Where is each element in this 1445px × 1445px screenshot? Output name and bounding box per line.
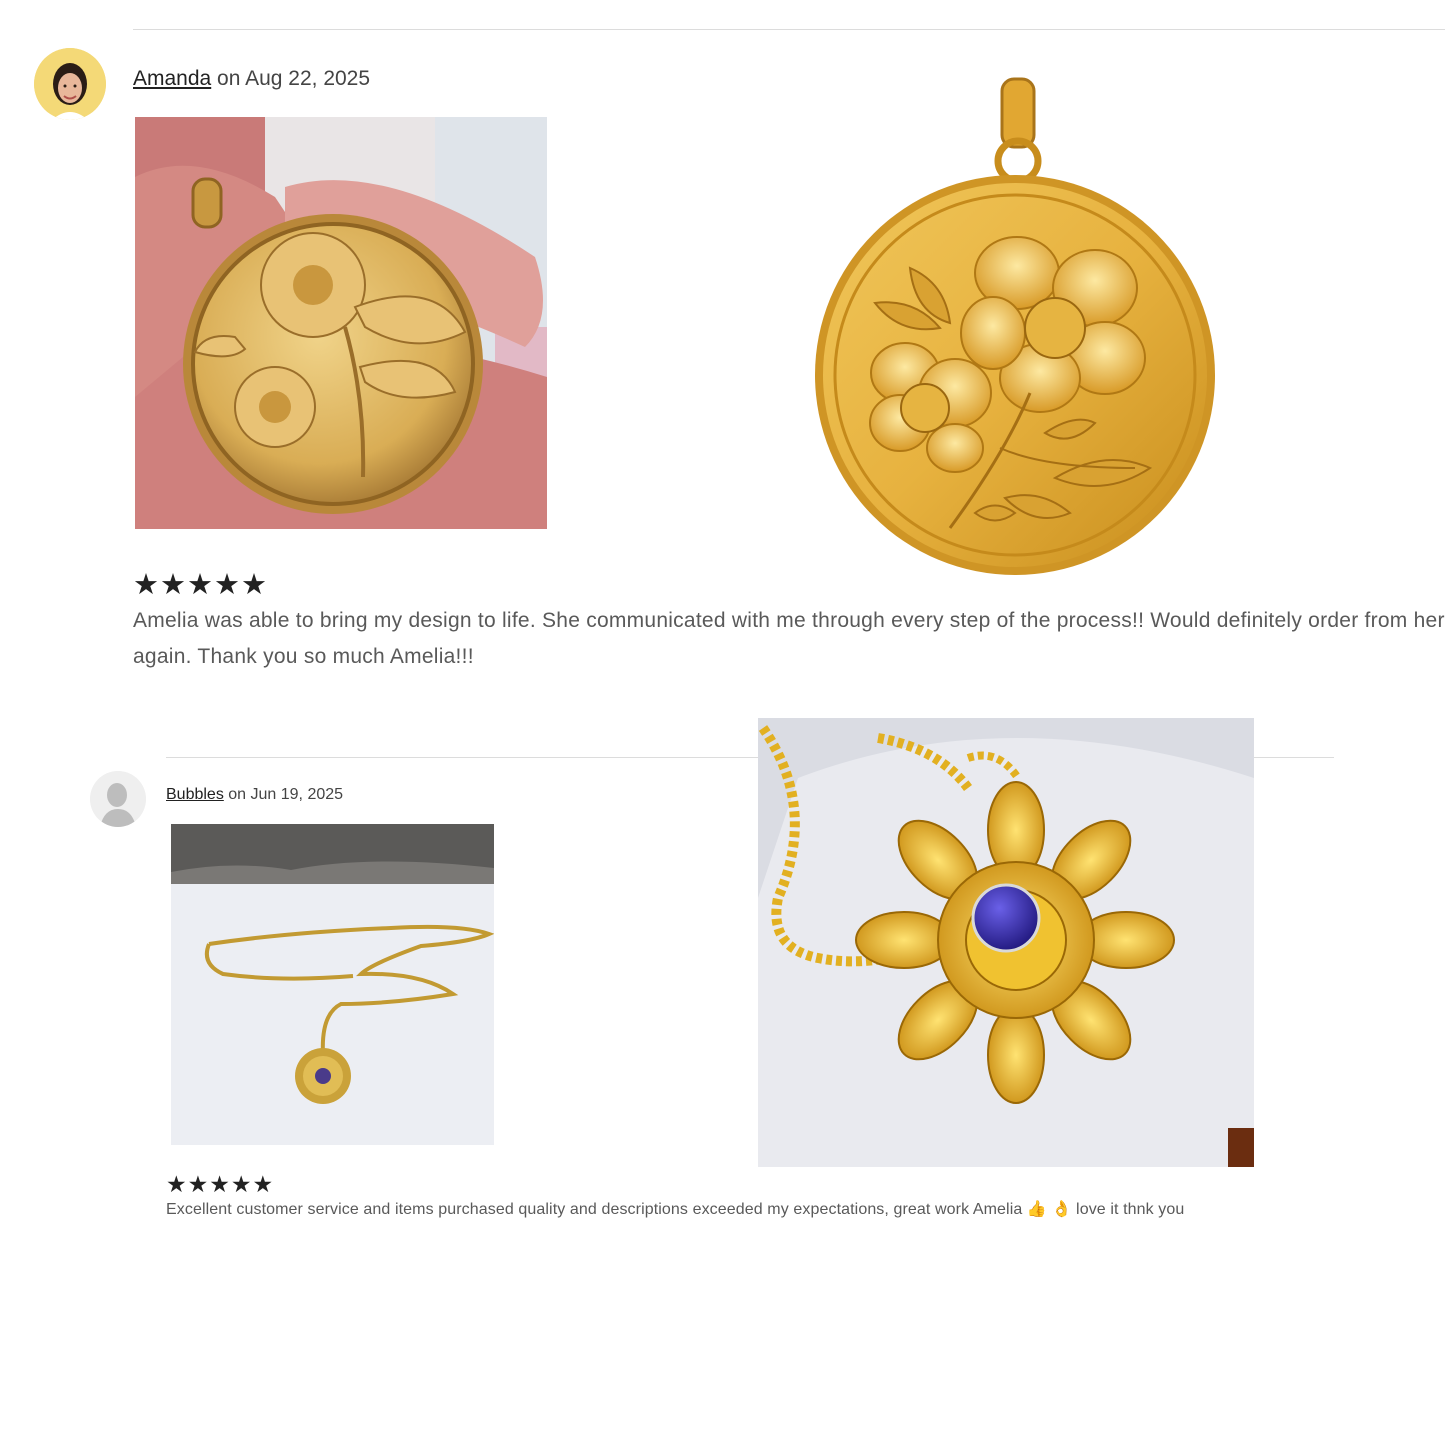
review-meta: Bubbles on Jun 19, 2025	[166, 786, 343, 804]
product-photo[interactable]	[758, 718, 1254, 1167]
review-date: on Jun 19, 2025	[223, 786, 344, 803]
star-rating: ★★★★★	[166, 1171, 275, 1197]
reviewer-avatar[interactable]	[34, 48, 106, 120]
review-photo[interactable]	[135, 117, 547, 529]
lotus-sapphire-pendant-photo	[758, 718, 1254, 1167]
review-text: Excellent customer service and items pur…	[166, 1201, 1185, 1218]
product-photo[interactable]	[805, 73, 1225, 583]
star-rating: ★★★★★	[133, 569, 268, 601]
reviewer-avatar[interactable]	[90, 771, 146, 827]
engraved-flower-medallion-render	[805, 73, 1225, 583]
user-photo-avatar-icon	[34, 48, 106, 120]
necklace-photo	[171, 824, 494, 1145]
review-meta: Amanda on Aug 22, 2025	[133, 67, 370, 91]
review-divider	[133, 29, 1445, 30]
review-text: Amelia was able to bring my design to li…	[133, 609, 1445, 668]
reviewer-name-link[interactable]: Amanda	[133, 67, 211, 90]
default-silhouette-avatar-icon	[90, 771, 146, 827]
reviewer-name-link[interactable]: Bubbles	[166, 786, 224, 803]
review-date: on Aug 22, 2025	[211, 67, 371, 90]
coin-pendant-photo	[135, 117, 547, 529]
review-photo[interactable]	[171, 824, 494, 1145]
